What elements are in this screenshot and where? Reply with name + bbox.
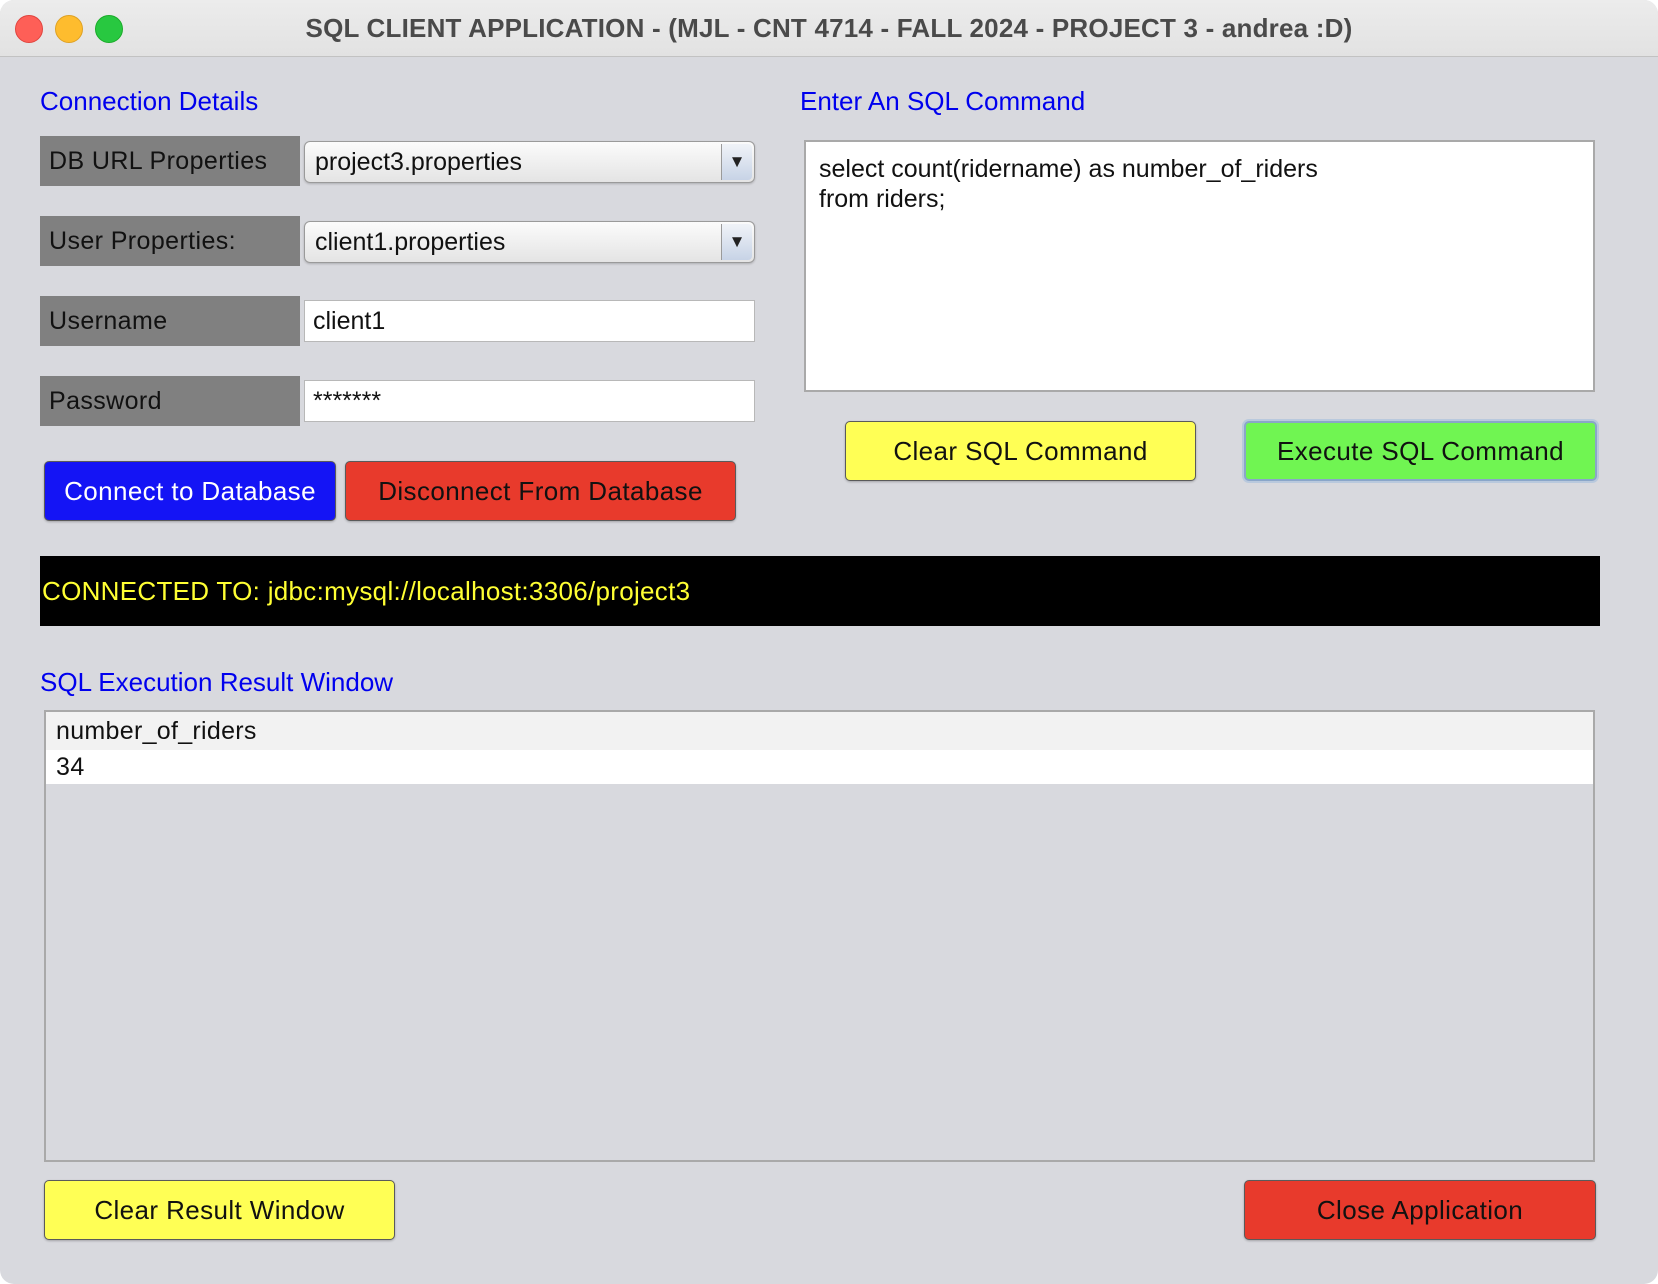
user-properties-label: User Properties: bbox=[40, 216, 300, 266]
disconnect-button[interactable]: Disconnect From Database bbox=[345, 461, 736, 521]
password-label: Password bbox=[40, 376, 300, 426]
title-bar: SQL CLIENT APPLICATION - (MJL - CNT 4714… bbox=[0, 0, 1658, 57]
result-window-heading: SQL Execution Result Window bbox=[40, 667, 394, 697]
user-properties-value: client1.properties bbox=[315, 228, 506, 256]
sql-command-heading: Enter An SQL Command bbox=[800, 86, 1086, 116]
db-url-properties-select[interactable]: project3.properties ▼ bbox=[304, 141, 755, 183]
window-title: SQL CLIENT APPLICATION - (MJL - CNT 4714… bbox=[305, 13, 1353, 43]
sql-command-line: from riders; bbox=[819, 185, 946, 213]
chevron-down-icon[interactable]: ▼ bbox=[721, 224, 752, 260]
user-properties-select[interactable]: client1.properties ▼ bbox=[304, 221, 755, 263]
username-label: Username bbox=[40, 296, 300, 346]
result-table[interactable]: number_of_riders 34 bbox=[44, 710, 1595, 1162]
table-column-header[interactable]: number_of_riders bbox=[46, 712, 1593, 750]
password-field[interactable]: ******* bbox=[304, 380, 755, 422]
db-url-properties-label: DB URL Properties bbox=[40, 136, 300, 186]
connection-status-bar: CONNECTED TO: jdbc:mysql://localhost:330… bbox=[40, 556, 1600, 626]
clear-sql-command-button[interactable]: Clear SQL Command bbox=[845, 421, 1196, 481]
db-url-properties-value: project3.properties bbox=[315, 148, 523, 176]
sql-command-line: select count(ridername) as number_of_rid… bbox=[819, 155, 1318, 183]
chevron-down-icon[interactable]: ▼ bbox=[721, 144, 752, 180]
username-field[interactable]: client1 bbox=[304, 300, 755, 342]
close-application-button[interactable]: Close Application bbox=[1244, 1180, 1596, 1240]
app-window: SQL CLIENT APPLICATION - (MJL - CNT 4714… bbox=[0, 0, 1658, 1284]
connect-button[interactable]: Connect to Database bbox=[44, 461, 336, 521]
sql-command-input[interactable]: select count(ridername) as number_of_rid… bbox=[804, 140, 1595, 392]
execute-sql-command-button[interactable]: Execute SQL Command bbox=[1244, 421, 1597, 481]
table-row[interactable]: 34 bbox=[46, 750, 1593, 784]
connection-details-heading: Connection Details bbox=[40, 86, 259, 116]
clear-result-window-button[interactable]: Clear Result Window bbox=[44, 1180, 395, 1240]
